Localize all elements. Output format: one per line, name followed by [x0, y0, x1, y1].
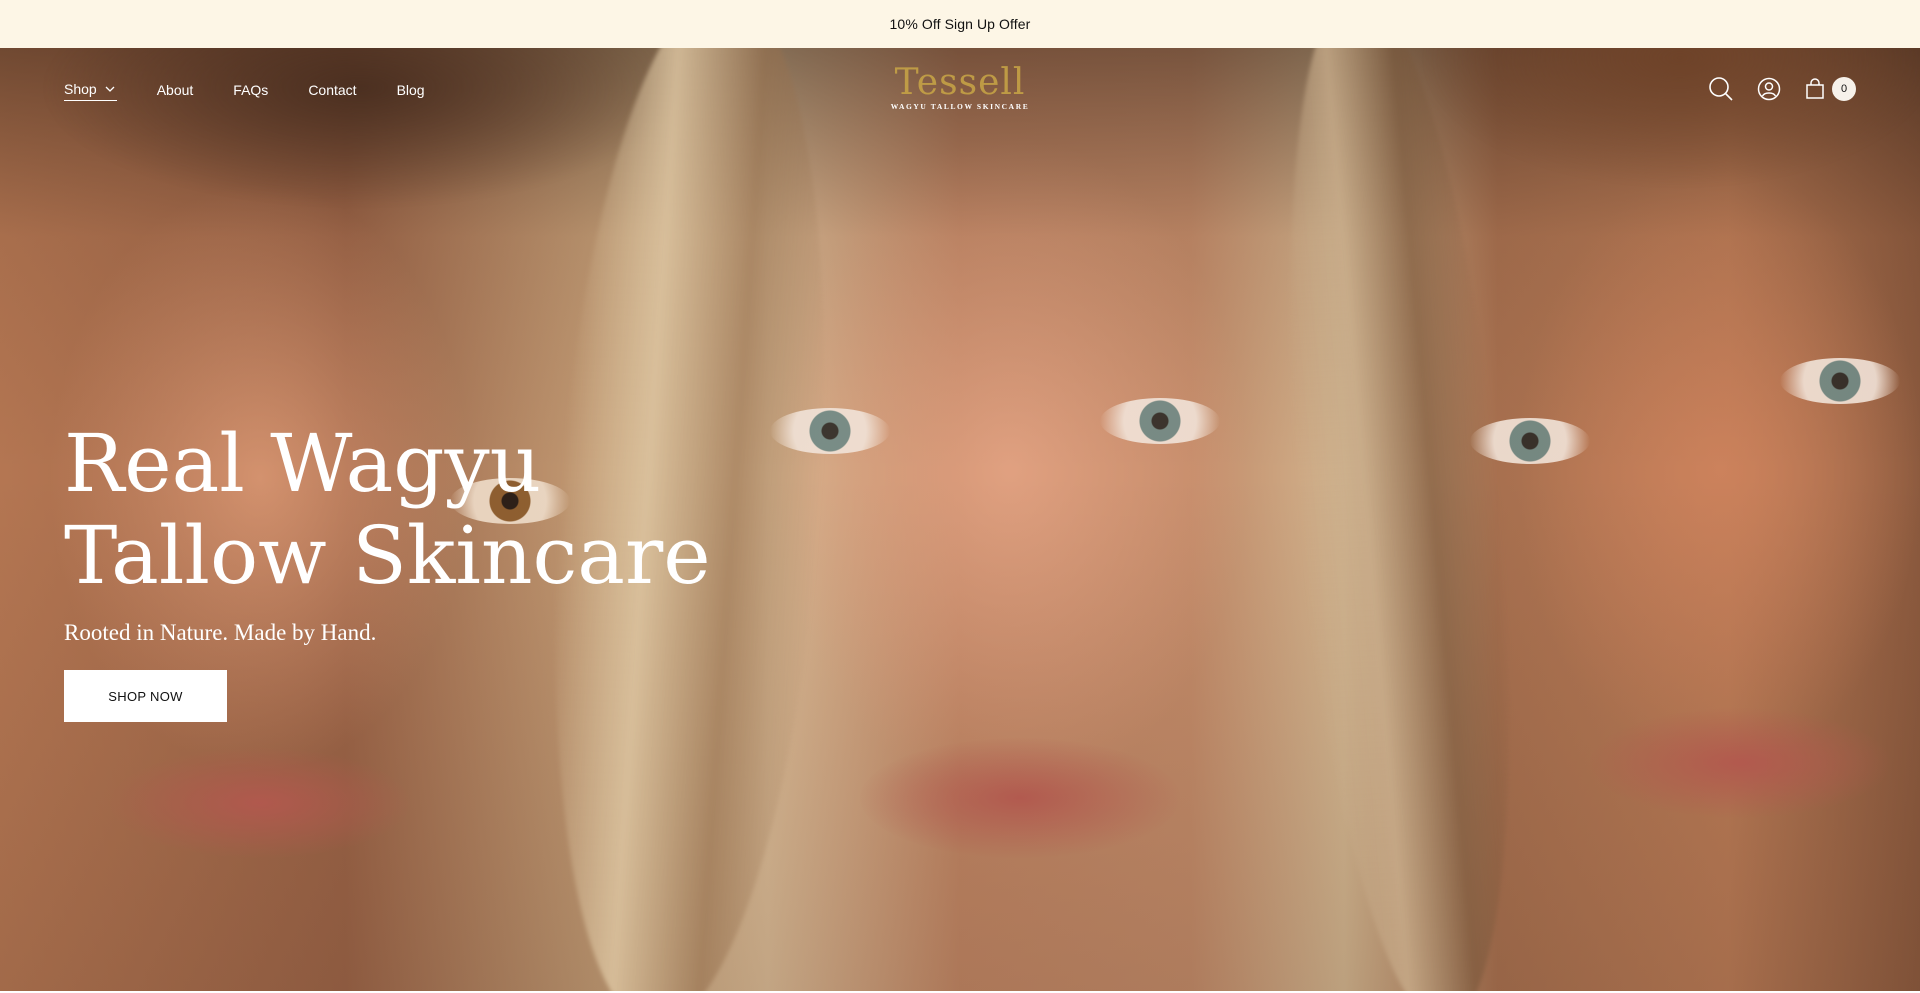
hero-banner: Real Wagyu Tallow Skincare Rooted in Nat… — [0, 48, 1920, 991]
primary-nav: Shop About FAQs Contact Blog — [64, 81, 425, 101]
nav-shop[interactable]: Shop — [64, 81, 117, 101]
brand-logo[interactable]: Tessell WAGYU TALLOW SKINCARE — [890, 62, 1030, 111]
nav-contact[interactable]: Contact — [308, 82, 356, 101]
account-icon — [1757, 77, 1781, 101]
announcement-text[interactable]: 10% Off Sign Up Offer — [890, 16, 1031, 32]
hero-subtitle: Rooted in Nature. Made by Hand. — [64, 620, 377, 645]
announcement-bar[interactable]: 10% Off Sign Up Offer — [0, 0, 1920, 48]
account-button[interactable] — [1756, 76, 1782, 102]
cart-count-badge: 0 — [1832, 77, 1856, 101]
cart-icon — [1806, 78, 1824, 99]
search-icon — [1709, 77, 1733, 101]
nav-about[interactable]: About — [157, 82, 194, 101]
nav-shop-label: Shop — [64, 81, 97, 97]
nav-faqs[interactable]: FAQs — [233, 82, 268, 101]
chevron-down-icon — [105, 86, 115, 92]
search-button[interactable] — [1708, 76, 1734, 102]
header-actions: 0 — [1708, 76, 1856, 102]
hero-title: Real Wagyu Tallow Skincare — [64, 417, 711, 602]
logo-wordmark: Tessell — [894, 62, 1026, 103]
shop-now-button[interactable]: SHOP NOW — [64, 670, 227, 722]
cart-button[interactable]: 0 — [1804, 77, 1856, 101]
nav-blog[interactable]: Blog — [397, 82, 425, 101]
main-header: Shop About FAQs Contact Blog Tessell WAG… — [0, 48, 1920, 128]
hero-copy: Real Wagyu Tallow Skincare Rooted in Nat… — [64, 418, 784, 722]
